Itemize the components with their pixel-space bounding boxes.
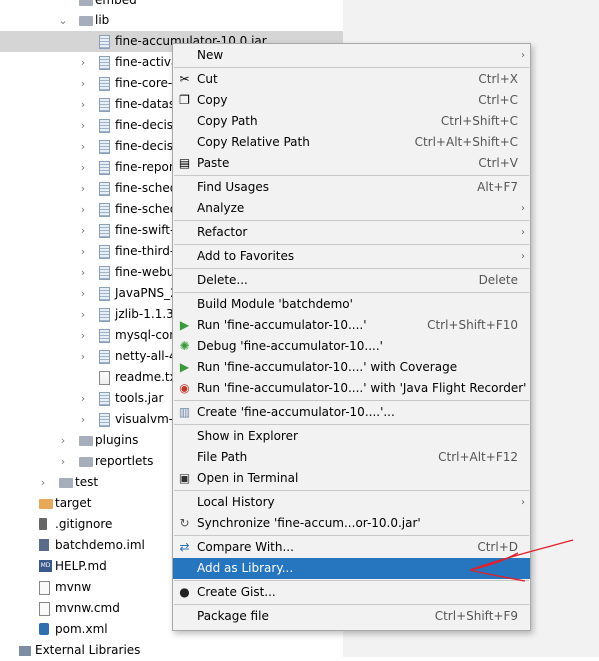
annotation-stroke — [469, 539, 574, 582]
red-arrow-annotation — [469, 539, 574, 582]
